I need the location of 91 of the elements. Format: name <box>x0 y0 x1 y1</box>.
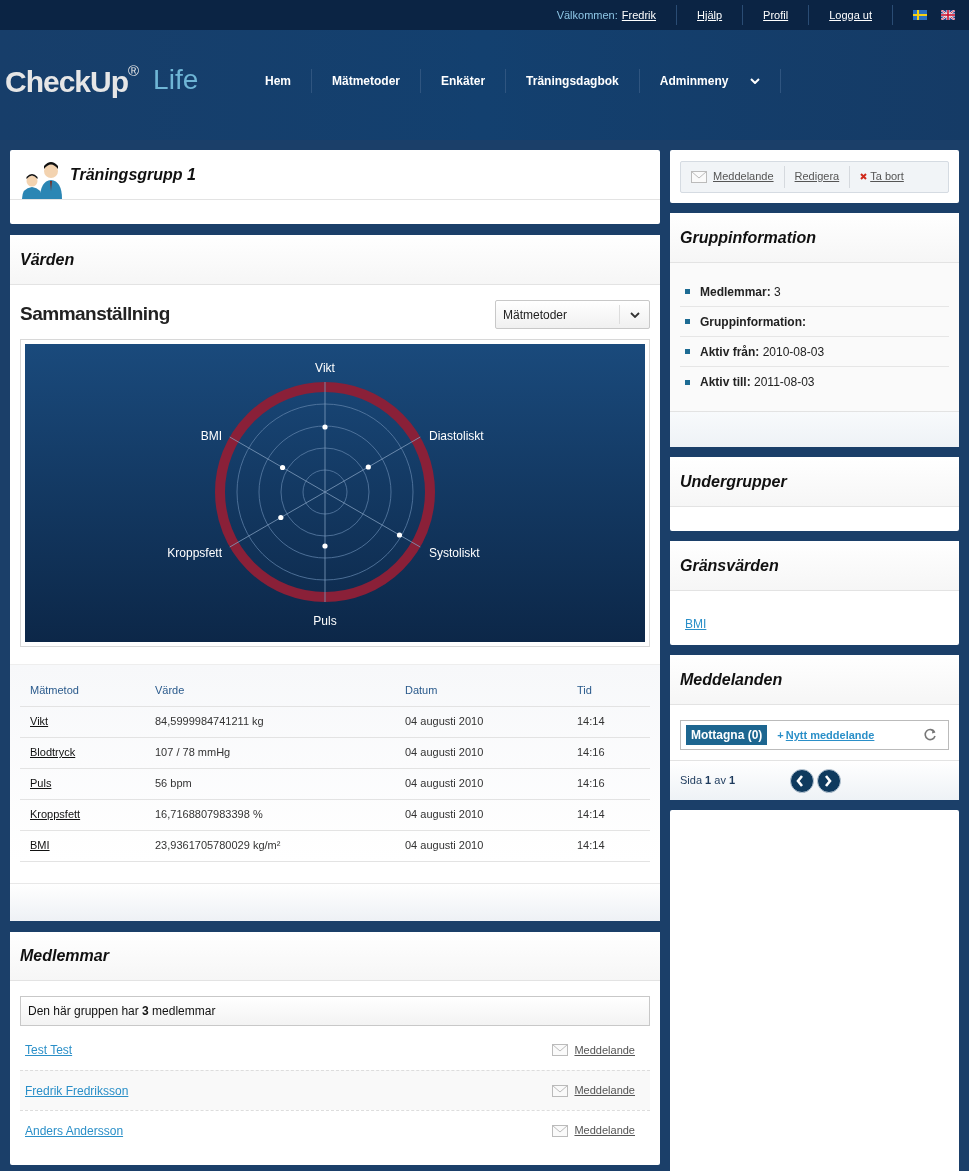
message-link[interactable]: Meddelande <box>574 1122 635 1139</box>
info-text: Aktiv till: 2011-08-03 <box>700 374 815 391</box>
info-text: Gruppinformation: <box>700 313 806 331</box>
message-link[interactable]: Meddelande <box>574 1082 635 1099</box>
bullet-icon <box>685 319 690 324</box>
data-point <box>365 464 371 470</box>
table-cell: 84,5999984741211 kg <box>155 715 264 728</box>
table-cell: 04 augusti 2010 <box>405 839 484 852</box>
measure-link[interactable]: Kroppsfett <box>30 808 81 821</box>
axis-label: Systoliskt <box>429 546 480 560</box>
axis-label: Diastoliskt <box>429 429 484 443</box>
nav-link[interactable]: Hem <box>265 72 291 90</box>
action-link[interactable]: Meddelande <box>713 168 774 185</box>
measure-link[interactable]: BMI <box>30 839 50 852</box>
panel-title: Medlemmar <box>20 946 109 966</box>
table-cell: 14:14 <box>577 839 605 852</box>
chevron-down-icon <box>629 311 640 318</box>
pager-text: Sida 1 av 1 <box>680 773 737 789</box>
action-link[interactable]: Redigera <box>794 168 840 185</box>
welcome-text: Välkommen: <box>556 7 618 23</box>
bullet-icon <box>685 349 690 354</box>
table-cell: 14:16 <box>577 777 605 790</box>
data-point <box>278 514 284 521</box>
panel-title: Meddelanden <box>680 669 783 690</box>
data-point <box>322 424 328 430</box>
bullet-icon <box>685 289 690 294</box>
envelope-icon <box>552 1084 569 1097</box>
column-header: Värde <box>155 684 185 696</box>
column-header: Datum <box>405 684 438 696</box>
measure-link[interactable]: Puls <box>30 777 52 790</box>
member-link[interactable]: Fredrik Fredriksson <box>25 1081 129 1100</box>
table-cell: 04 augusti 2010 <box>405 715 484 728</box>
refresh-icon[interactable] <box>923 728 937 742</box>
table-cell: 04 augusti 2010 <box>405 746 484 759</box>
data-point <box>396 532 403 538</box>
table-cell: 56 bpm <box>155 777 192 790</box>
column-header: Tid <box>577 684 592 696</box>
axis-label: Kroppsfett <box>167 546 222 560</box>
received-tab[interactable]: Mottagna (0) <box>686 725 768 745</box>
nav-link[interactable]: Träningsdagbok <box>526 72 619 90</box>
column-header: Mätmetod <box>30 684 79 696</box>
data-point <box>279 464 286 471</box>
member-link[interactable]: Anders Andersson <box>25 1121 124 1140</box>
axis-label: Vikt <box>315 361 335 375</box>
panel-title: Värden <box>20 249 75 270</box>
bullet-icon <box>685 379 690 385</box>
table-cell: 04 augusti 2010 <box>405 808 484 821</box>
logo: CheckUp® Life <box>4 60 200 100</box>
panel-title: Gruppinformation <box>680 227 816 248</box>
member-link[interactable]: Test Test <box>25 1041 73 1059</box>
previous-page-icon[interactable] <box>790 768 814 793</box>
member-count-bar: Den här gruppen har 3 medlemmar <box>20 996 650 1026</box>
table-cell: 04 augusti 2010 <box>405 777 484 790</box>
info-text: Aktiv från: 2010-08-03 <box>700 343 825 361</box>
envelope-icon <box>691 170 707 183</box>
limit-link[interactable]: BMI <box>685 617 707 631</box>
envelope-icon <box>552 1044 569 1056</box>
info-text: Medlemmar: 3 <box>700 283 781 301</box>
nav-link[interactable]: Mätmetoder <box>332 72 401 90</box>
swedish-flag-icon <box>913 10 927 20</box>
action-link[interactable]: Ta bort <box>870 168 904 185</box>
next-page-icon[interactable] <box>817 768 841 793</box>
table-cell: 14:14 <box>577 808 605 821</box>
panel-title: Undergrupper <box>680 471 787 492</box>
measure-link[interactable]: Vikt <box>30 715 49 728</box>
british-flag-icon <box>941 10 955 20</box>
table-cell: 14:14 <box>577 715 605 728</box>
user-link[interactable]: Fredrik <box>621 6 657 24</box>
panel-title: Gränsvärden <box>680 555 779 576</box>
axis-label: Puls <box>313 614 337 628</box>
table-cell: 107 / 78 mmHg <box>155 746 231 759</box>
measure-link[interactable]: Blodtryck <box>30 746 76 759</box>
nav-link[interactable]: Adminmeny <box>659 72 729 90</box>
top-link[interactable]: Profil <box>763 6 789 24</box>
select-dropdown[interactable]: Mätmetoder <box>495 300 650 329</box>
chevron-down-icon[interactable] <box>750 78 761 84</box>
plus-icon: + <box>777 726 784 744</box>
data-point <box>322 543 328 549</box>
nav-link[interactable]: Enkäter <box>441 72 486 90</box>
table-cell: 23,9361705780029 kg/m² <box>155 839 281 852</box>
top-link[interactable]: Logga ut <box>829 6 872 24</box>
close-icon <box>860 173 868 180</box>
new-message-link[interactable]: Nytt meddelande <box>785 726 875 744</box>
top-link[interactable]: Hjälp <box>697 6 723 24</box>
envelope-icon <box>552 1124 569 1137</box>
section-heading: Sammanställning <box>20 302 170 327</box>
axis-label: BMI <box>200 429 222 443</box>
table-cell: 16,7168807983398 % <box>155 808 263 821</box>
group-title: Träningsgrupp 1 <box>70 165 196 185</box>
message-link[interactable]: Meddelande <box>574 1041 635 1059</box>
table-cell: 14:16 <box>577 746 605 759</box>
